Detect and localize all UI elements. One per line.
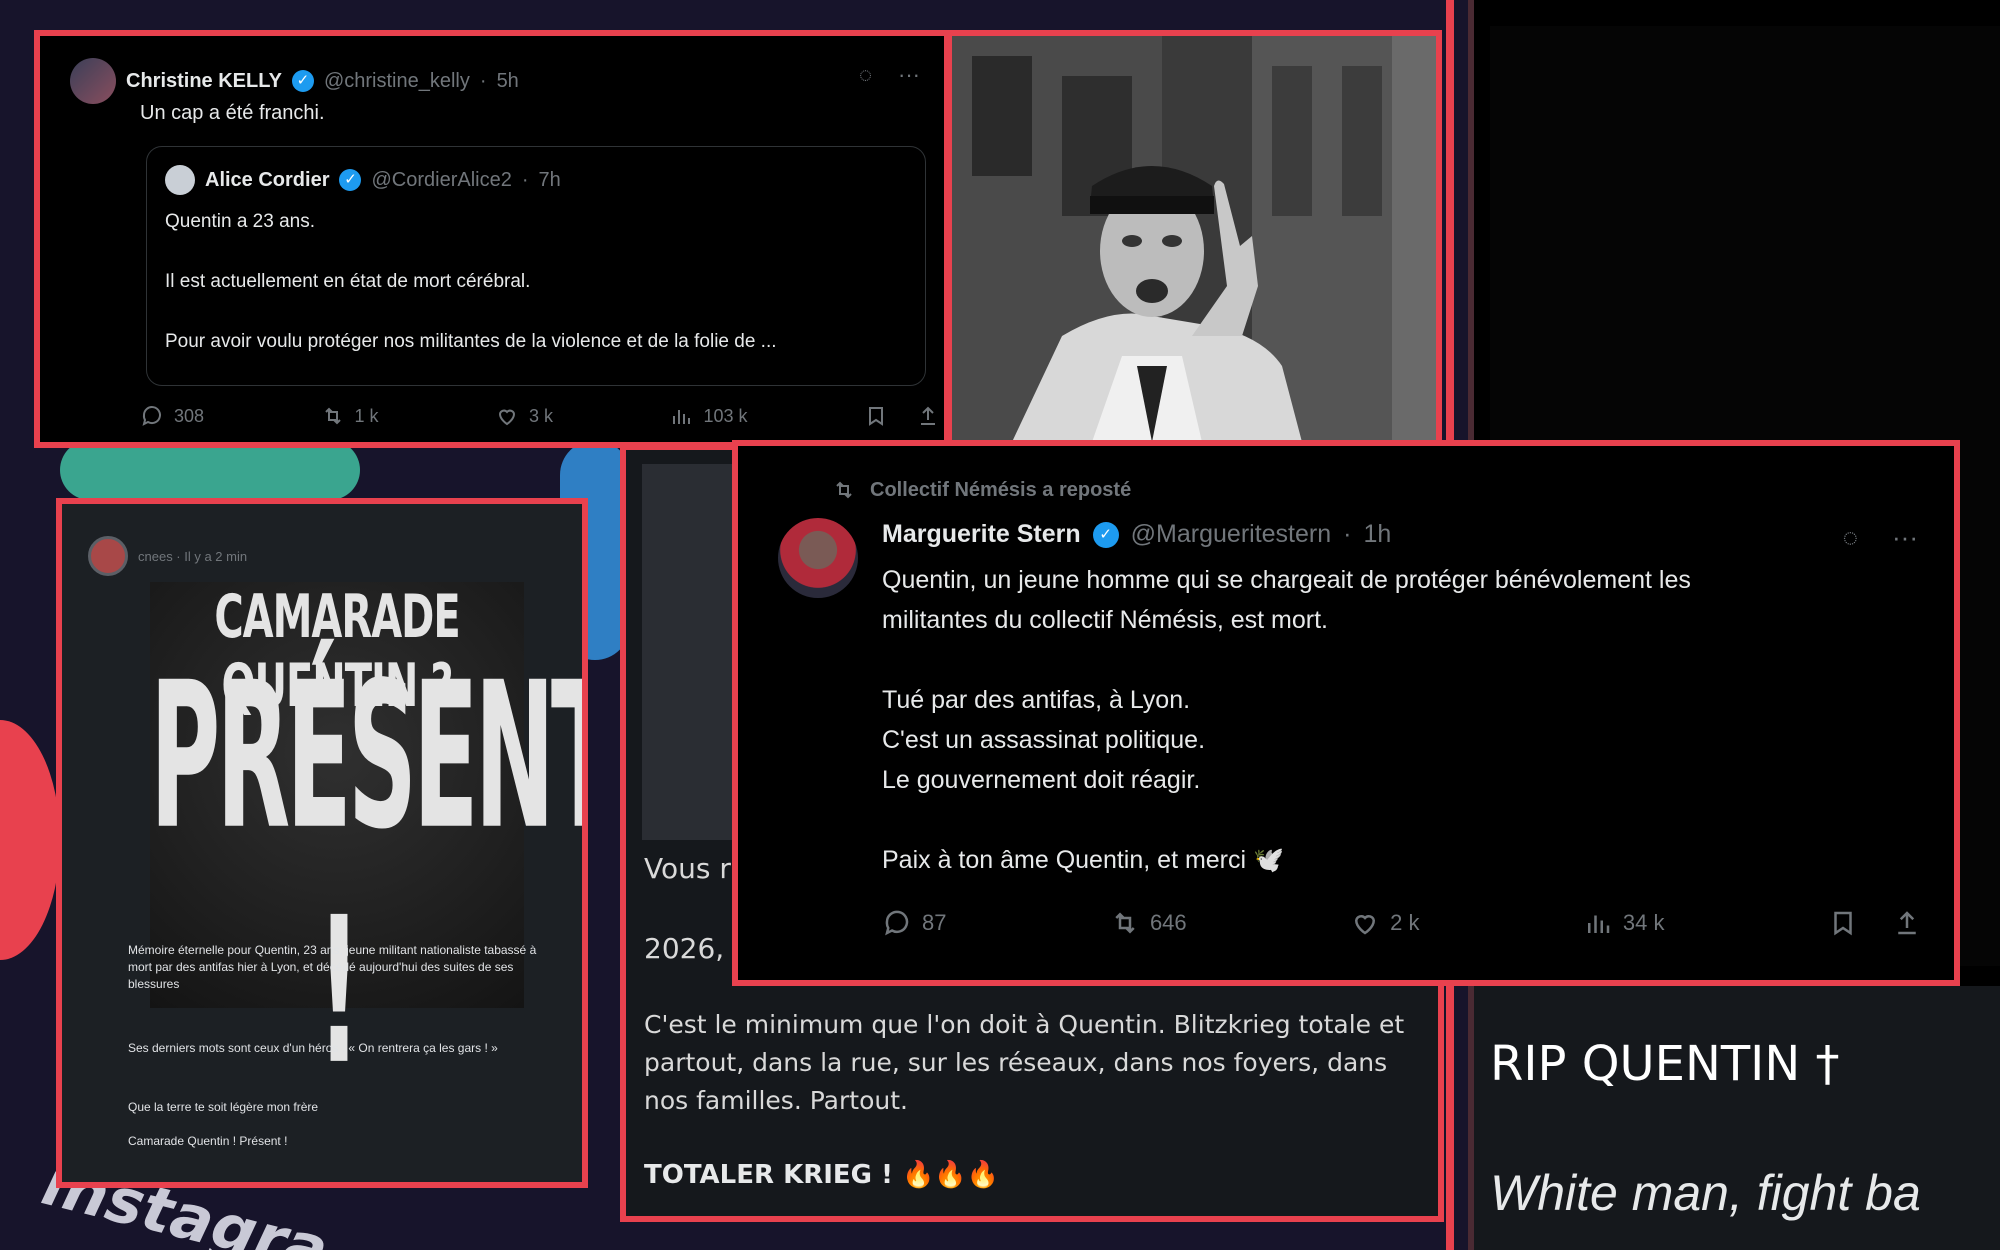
verified-badge-icon: ✓ xyxy=(291,70,314,92)
repost-icon xyxy=(1115,912,1135,934)
repost-count: 1 k xyxy=(354,405,379,426)
tweet-line: C'est un assassinat politique. xyxy=(882,726,1206,754)
reply-count: 308 xyxy=(174,405,205,426)
rip-title: RIP QUENTIN † xyxy=(1490,1036,1840,1092)
tweet-actions: 87 646 2 k 34 k xyxy=(882,908,1922,938)
reply-button[interactable]: 87 xyxy=(882,908,946,938)
instagram-post-card[interactable]: cnees · Il y a 2 min CAMARADE QUENTIN ? … xyxy=(56,498,588,1188)
tweet-line: militantes du collectif Némésis, est mor… xyxy=(882,606,1328,634)
tweet-time: 1h xyxy=(1363,520,1392,548)
reposted-by[interactable]: Collectif Némésis a reposté xyxy=(870,479,1131,502)
verified-badge-icon: ✓ xyxy=(1092,521,1119,548)
quoted-line: Quentin a 23 ans. xyxy=(165,211,315,232)
share-icon xyxy=(1898,911,1916,935)
grok-icon[interactable]: ◌ xyxy=(859,62,872,88)
partial-text: Vous r xyxy=(644,852,731,885)
avatar[interactable] xyxy=(88,536,128,576)
quoted-author-handle: @CordierAlice2 xyxy=(371,168,512,191)
more-options-icon[interactable]: ··· xyxy=(1892,522,1918,553)
views-icon xyxy=(673,410,691,424)
views-count: 103 k xyxy=(703,405,748,426)
tweet-line: Tué par des antifas, à Lyon. xyxy=(882,686,1191,714)
tweet-marguerite-stern[interactable]: Collectif Némésis a reposté Marguerite S… xyxy=(732,440,1960,986)
tweet-time: 5h xyxy=(496,69,519,92)
poster-caption: Que la terre te soit légère mon frère xyxy=(128,1100,319,1114)
author-name[interactable]: Christine KELLY xyxy=(126,70,282,93)
partial-text: 2026, xyxy=(644,932,725,965)
more-options-icon[interactable]: ··· xyxy=(898,62,920,88)
bookmark-icon xyxy=(1834,911,1852,936)
repost-count: 646 xyxy=(1149,910,1187,935)
author-name[interactable]: Marguerite Stern xyxy=(882,520,1081,549)
views-button[interactable]: 34 k xyxy=(1583,908,1665,938)
verified-badge-icon: ✓ xyxy=(339,169,362,191)
reply-button[interactable]: 308 xyxy=(140,404,204,428)
author-handle[interactable]: @Margueritestern xyxy=(1131,520,1331,549)
tweet-line: Paix à ton âme Quentin, et merci 🕊️ xyxy=(882,846,1285,874)
tweet-actions: 308 1 k 3 k 103 k xyxy=(140,404,940,428)
heart-icon xyxy=(1355,915,1376,935)
heart-icon xyxy=(498,409,516,426)
speaker-photo xyxy=(952,36,1436,442)
background-blob xyxy=(0,720,60,960)
tweet-line xyxy=(882,640,1932,680)
quoted-author-name: Alice Cordier xyxy=(205,168,330,191)
avatar[interactable] xyxy=(165,165,195,195)
share-button[interactable] xyxy=(916,404,940,428)
repost-button[interactable]: 646 xyxy=(1110,908,1187,938)
reply-icon xyxy=(142,406,161,426)
tweet-line: Le gouvernement doit réagir. xyxy=(882,766,1201,794)
poster-title: PRÉSENT ! xyxy=(150,638,588,1110)
like-button[interactable]: 2 k xyxy=(1350,908,1419,938)
poster-caption: Ses derniers mots sont ceux d'un héros :… xyxy=(128,1041,498,1055)
post-body: C'est le minimum que l'on doit à Quentin… xyxy=(644,1010,1405,1115)
bookmark-button[interactable] xyxy=(1828,908,1858,938)
separator-dot: · xyxy=(1343,520,1352,548)
bookmark-icon xyxy=(869,407,883,426)
photo-card xyxy=(946,30,1442,448)
separator-dot: · xyxy=(521,168,529,191)
quoted-tweet[interactable]: Alice Cordier ✓ @CordierAlice2 · 7h Quen… xyxy=(146,146,926,386)
reply-icon xyxy=(885,910,909,936)
separator-dot: · xyxy=(479,69,487,92)
share-button[interactable] xyxy=(1892,908,1922,938)
quoted-time: 7h xyxy=(538,168,561,191)
tweet-text: Un cap a été franchi. xyxy=(140,102,325,124)
post-closing: TOTALER KRIEG ! 🔥🔥🔥 xyxy=(644,1160,1000,1190)
post-header: cnees · Il y a 2 min xyxy=(138,548,248,564)
quoted-line: Pour avoir voulu protéger nos militantes… xyxy=(165,331,777,352)
repost-button[interactable]: 1 k xyxy=(321,404,379,428)
tweet-line: Quentin, un jeune homme qui se chargeait… xyxy=(882,566,1691,594)
avatar[interactable] xyxy=(70,58,116,104)
repost-icon xyxy=(836,481,852,499)
views-icon xyxy=(1587,915,1610,933)
author-handle[interactable]: @christine_kelly xyxy=(324,70,470,93)
share-icon xyxy=(921,406,935,425)
poster-caption: Mémoire éternelle pour Quentin, 23 ans, … xyxy=(128,943,537,991)
avatar[interactable] xyxy=(778,518,858,598)
like-count: 3 k xyxy=(529,405,554,426)
rip-slogan: White man, fight ba xyxy=(1490,1165,1921,1221)
views-count: 34 k xyxy=(1622,910,1665,935)
bookmark-button[interactable] xyxy=(864,404,888,428)
like-count: 2 k xyxy=(1390,910,1420,935)
tweet-line xyxy=(882,800,1932,840)
grok-icon[interactable]: ◌ xyxy=(1843,522,1858,553)
views-button[interactable]: 103 k xyxy=(669,404,748,428)
background-blob xyxy=(60,440,360,500)
like-button[interactable]: 3 k xyxy=(495,404,553,428)
tweet-text: Quentin, un jeune homme qui se chargeait… xyxy=(882,560,1932,880)
quoted-line: Il est actuellement en état de mort céré… xyxy=(165,271,531,292)
tweet-christine-kelly[interactable]: Christine KELLY ✓ @christine_kelly · 5h … xyxy=(34,30,950,448)
repost-icon xyxy=(324,407,341,425)
reply-count: 87 xyxy=(922,910,947,935)
poster-caption: Camarade Quentin ! Présent ! xyxy=(128,1134,288,1148)
